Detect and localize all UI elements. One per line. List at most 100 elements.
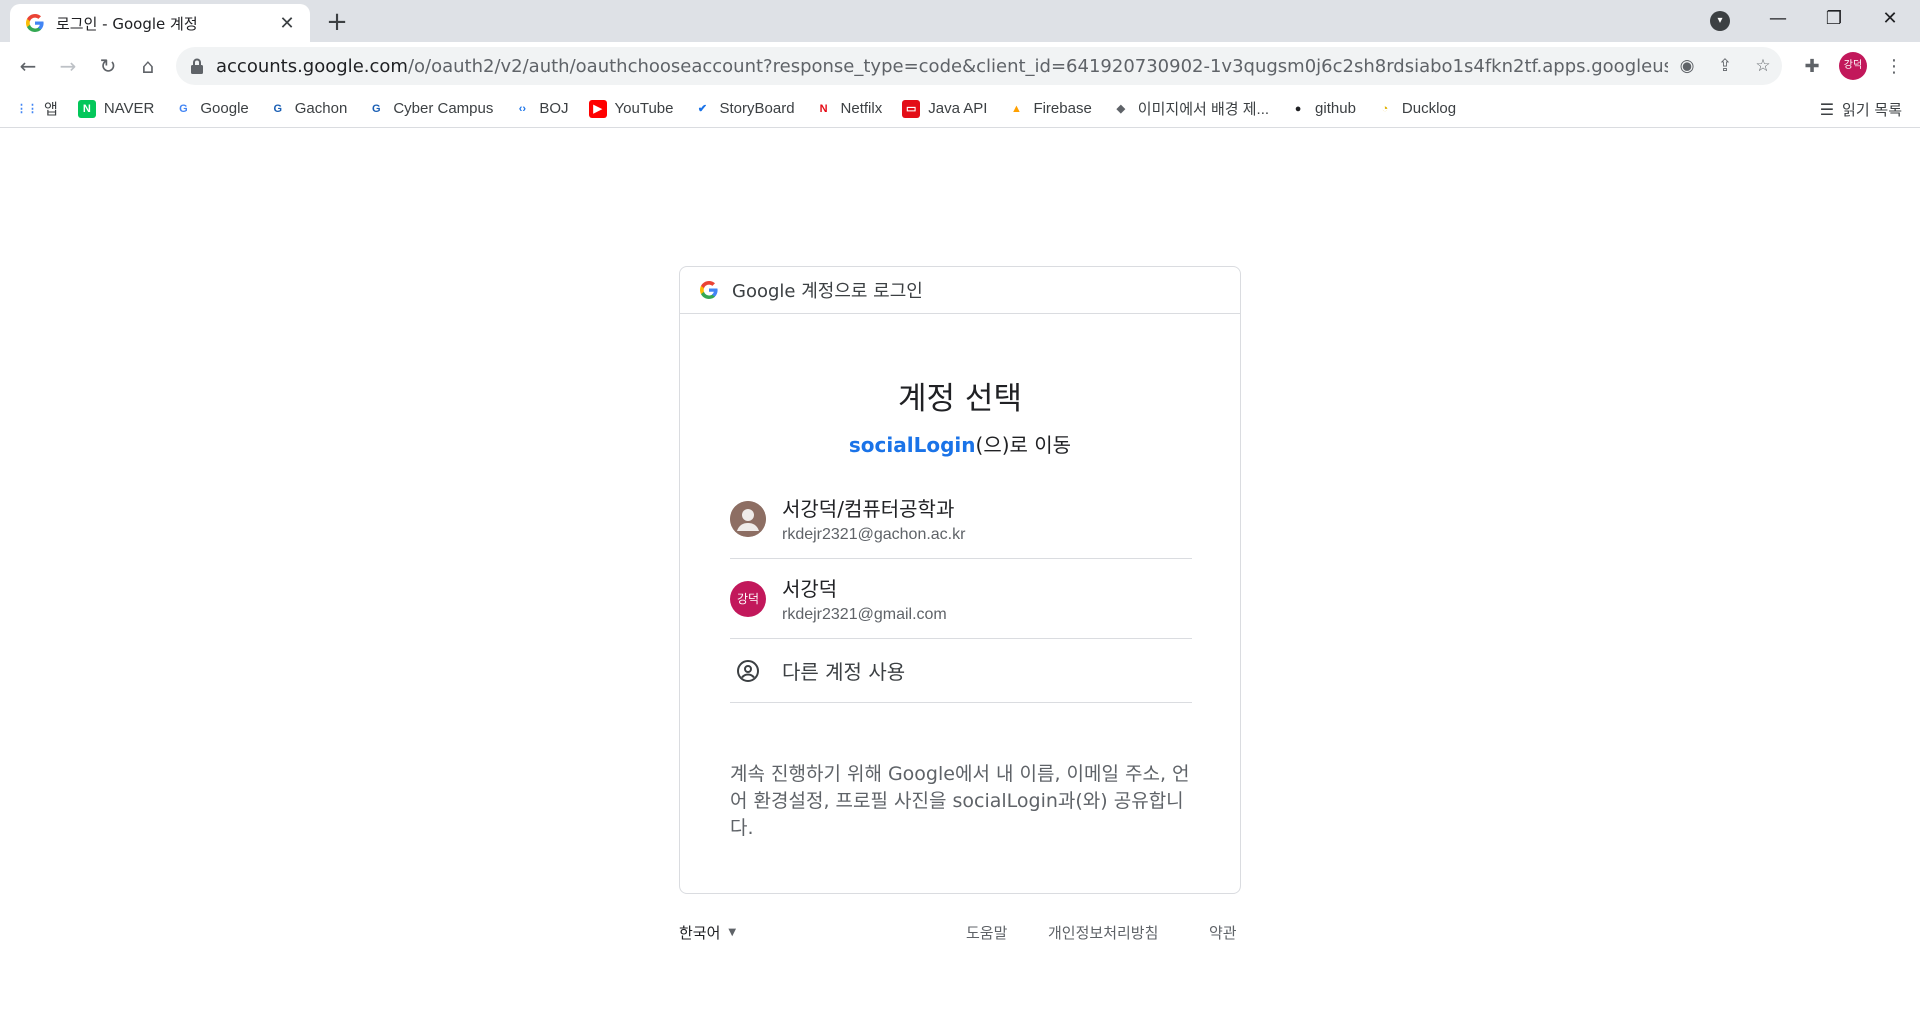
new-tab-button[interactable]: +: [322, 8, 352, 38]
home-icon[interactable]: ⌂: [132, 50, 164, 82]
card-header: Google 계정으로 로그인: [680, 267, 1240, 314]
bookmark-item[interactable]: ▶ YouTube: [588, 99, 674, 118]
app-name-link[interactable]: socialLogin: [849, 433, 976, 457]
bookmark-item[interactable]: N Netfilx: [815, 100, 883, 118]
close-tab-icon[interactable]: ✕: [276, 13, 298, 34]
bookmark-label: BOJ: [539, 100, 569, 117]
browser-tab[interactable]: 로그인 - Google 계정 ✕: [10, 4, 310, 42]
reading-list-button[interactable]: ☰ 읽기 목록: [1820, 90, 1902, 128]
card-header-text: Google 계정으로 로그인: [732, 281, 923, 302]
tab-strip: 로그인 - Google 계정 ✕ + ▾ — ❐ ✕: [0, 0, 1920, 42]
tab-search-icon[interactable]: ▾: [1710, 11, 1730, 31]
page-title: 계정 선택: [898, 381, 1022, 417]
help-link[interactable]: 도움말: [966, 922, 1007, 943]
bookmark-label: YouTube: [614, 100, 674, 117]
bookmark-item[interactable]: ⋮⋮ 앱: [16, 98, 58, 119]
gachon-icon: G: [372, 102, 381, 115]
bookmark-label: github: [1315, 100, 1356, 117]
youtube-icon: ▶: [588, 99, 607, 118]
back-arrow-icon[interactable]: ←: [12, 50, 44, 82]
bookmark-item[interactable]: ‹› BOJ: [513, 100, 569, 118]
use-another-account-label: 다른 계정 사용: [782, 660, 906, 684]
oracle-icon: ▭: [902, 99, 921, 118]
language-label: 한국어: [679, 924, 721, 942]
profile-avatar[interactable]: 강덕: [1839, 52, 1867, 80]
google-logo-icon: [700, 281, 718, 299]
minimize-button[interactable]: —: [1750, 0, 1806, 38]
account-item-gachon[interactable]: 서강덕/컴퓨터공학과 rkdejr2321@gachon.ac.kr: [730, 479, 1192, 559]
netflix-icon: N: [819, 102, 828, 115]
bookmark-item[interactable]: ✔ StoryBoard: [694, 100, 795, 118]
bookmark-label: Gachon: [294, 100, 348, 117]
share-icon[interactable]: ⇪: [1706, 56, 1744, 76]
login-card: Google 계정으로 로그인 계정 선택 socialLogin(으)로 이동…: [679, 266, 1241, 894]
gachon-icon: G: [273, 102, 283, 115]
account-email: rkdejr2321@gachon.ac.kr: [782, 526, 966, 543]
storyboard-icon: ✔: [697, 103, 708, 115]
url-path: /o/oauth2/v2/auth/oauthchooseaccount?res…: [407, 55, 1668, 77]
eye-off-icon[interactable]: ◉: [1668, 56, 1706, 76]
account-name: 서강덕/컴퓨터공학과: [782, 497, 955, 521]
account-list: 서강덕/컴퓨터공학과 rkdejr2321@gachon.ac.kr 강덕 서강…: [730, 479, 1192, 703]
use-another-account-button[interactable]: 다른 계정 사용: [730, 639, 1192, 703]
url-text[interactable]: accounts.google.com/o/oauth2/v2/auth/oau…: [216, 56, 1668, 77]
address-bar[interactable]: accounts.google.com/o/oauth2/v2/auth/oau…: [176, 47, 1782, 85]
terms-link[interactable]: 약관: [1209, 922, 1237, 943]
naver-icon: N: [77, 99, 96, 118]
firebase-icon: ▲: [1010, 102, 1022, 115]
google-favicon-icon: [26, 14, 44, 32]
language-selector[interactable]: 한국어 ▼: [679, 922, 736, 943]
remove-bg-icon: ◆: [1116, 103, 1126, 115]
bookmark-label: Ducklog: [1401, 100, 1457, 117]
close-window-button[interactable]: ✕: [1862, 0, 1918, 38]
github-icon: ●: [1294, 102, 1302, 115]
apps-grid-icon: ⋮⋮: [16, 103, 38, 115]
account-circle-icon: [730, 653, 766, 689]
page-footer: 한국어 ▼ 도움말 개인정보처리방침 약관: [679, 918, 1241, 946]
forward-arrow-icon[interactable]: →: [52, 50, 84, 82]
bookmark-item[interactable]: G Google: [174, 100, 249, 118]
bookmark-item[interactable]: G Cyber Campus: [367, 100, 493, 118]
privacy-notice: 계속 진행하기 위해 Google에서 내 이름, 이메일 주소, 언어 환경설…: [730, 763, 1190, 839]
bookmark-item[interactable]: G Gachon: [269, 100, 348, 118]
bookmark-item[interactable]: ● github: [1289, 100, 1356, 118]
person-avatar-icon: [730, 500, 766, 537]
reading-list-label: 읽기 목록: [1842, 100, 1902, 119]
tab-title: 로그인 - Google 계정: [56, 14, 198, 33]
page-subtitle: socialLogin(으)로 이동: [680, 429, 1240, 458]
bookmark-item[interactable]: ◔ Ducklog: [1376, 100, 1457, 118]
bookmark-label: Cyber Campus: [393, 100, 494, 117]
account-item-gmail[interactable]: 강덕 서강덕 rkdejr2321@gmail.com: [730, 559, 1192, 639]
restore-button[interactable]: ❐: [1806, 0, 1862, 38]
bookmark-item[interactable]: ▲ Firebase: [1007, 100, 1092, 118]
subtitle-suffix: (으)로 이동: [975, 433, 1072, 457]
bookmark-label: Google: [200, 100, 249, 117]
bookmark-item[interactable]: ◆ 이미지에서 배경 제...: [1112, 98, 1269, 119]
bookmark-label: Firebase: [1033, 100, 1092, 117]
bookmark-item[interactable]: ▭ Java API: [902, 99, 988, 118]
bookmark-star-icon[interactable]: ☆: [1744, 56, 1782, 76]
bookmark-label: NAVER: [103, 100, 155, 117]
privacy-link[interactable]: 개인정보처리방침: [1048, 922, 1158, 943]
bookmark-label: Netfilx: [840, 100, 883, 117]
extensions-puzzle-icon[interactable]: ✚: [1797, 52, 1827, 82]
reload-icon[interactable]: ↻: [92, 50, 124, 82]
bookmark-label: Java API: [928, 100, 988, 117]
browser-toolbar: ← → ↻ ⌂ accounts.google.com/o/oauth2/v2/…: [0, 42, 1920, 90]
google-icon: G: [179, 102, 188, 115]
initials-avatar: 강덕: [730, 580, 766, 617]
reading-list-icon: ☰: [1819, 99, 1835, 119]
bookmark-label: 이미지에서 배경 제...: [1137, 101, 1270, 118]
code-icon: ‹›: [518, 102, 527, 115]
bookmark-item[interactable]: N NAVER: [77, 99, 155, 118]
bookmark-label: StoryBoard: [719, 100, 795, 117]
url-host: accounts.google.com: [216, 55, 408, 77]
dropdown-caret-icon: ▼: [728, 927, 737, 938]
menu-kebab-icon[interactable]: ⋮: [1879, 52, 1909, 82]
bookmarks-bar: ⋮⋮ 앱 N NAVER G Google G Gachon G Cyber Campus ‹› BO…: [0, 90, 1920, 128]
lock-icon: [191, 58, 203, 74]
duck-icon: ◔: [1381, 102, 1389, 115]
account-email: rkdejr2321@gmail.com: [782, 606, 947, 623]
bookmark-label: 앱: [44, 101, 58, 118]
account-name: 서강덕: [782, 577, 838, 601]
